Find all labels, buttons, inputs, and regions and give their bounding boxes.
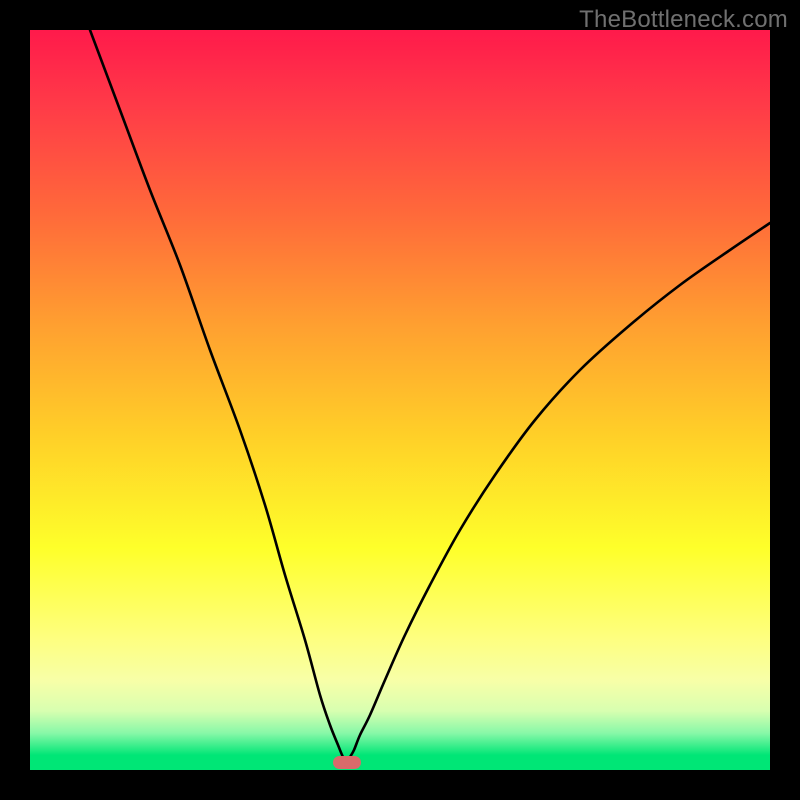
bottleneck-curve xyxy=(30,30,770,770)
chart-frame xyxy=(30,30,770,770)
watermark-text: TheBottleneck.com xyxy=(579,6,788,34)
optimum-marker xyxy=(333,756,361,769)
